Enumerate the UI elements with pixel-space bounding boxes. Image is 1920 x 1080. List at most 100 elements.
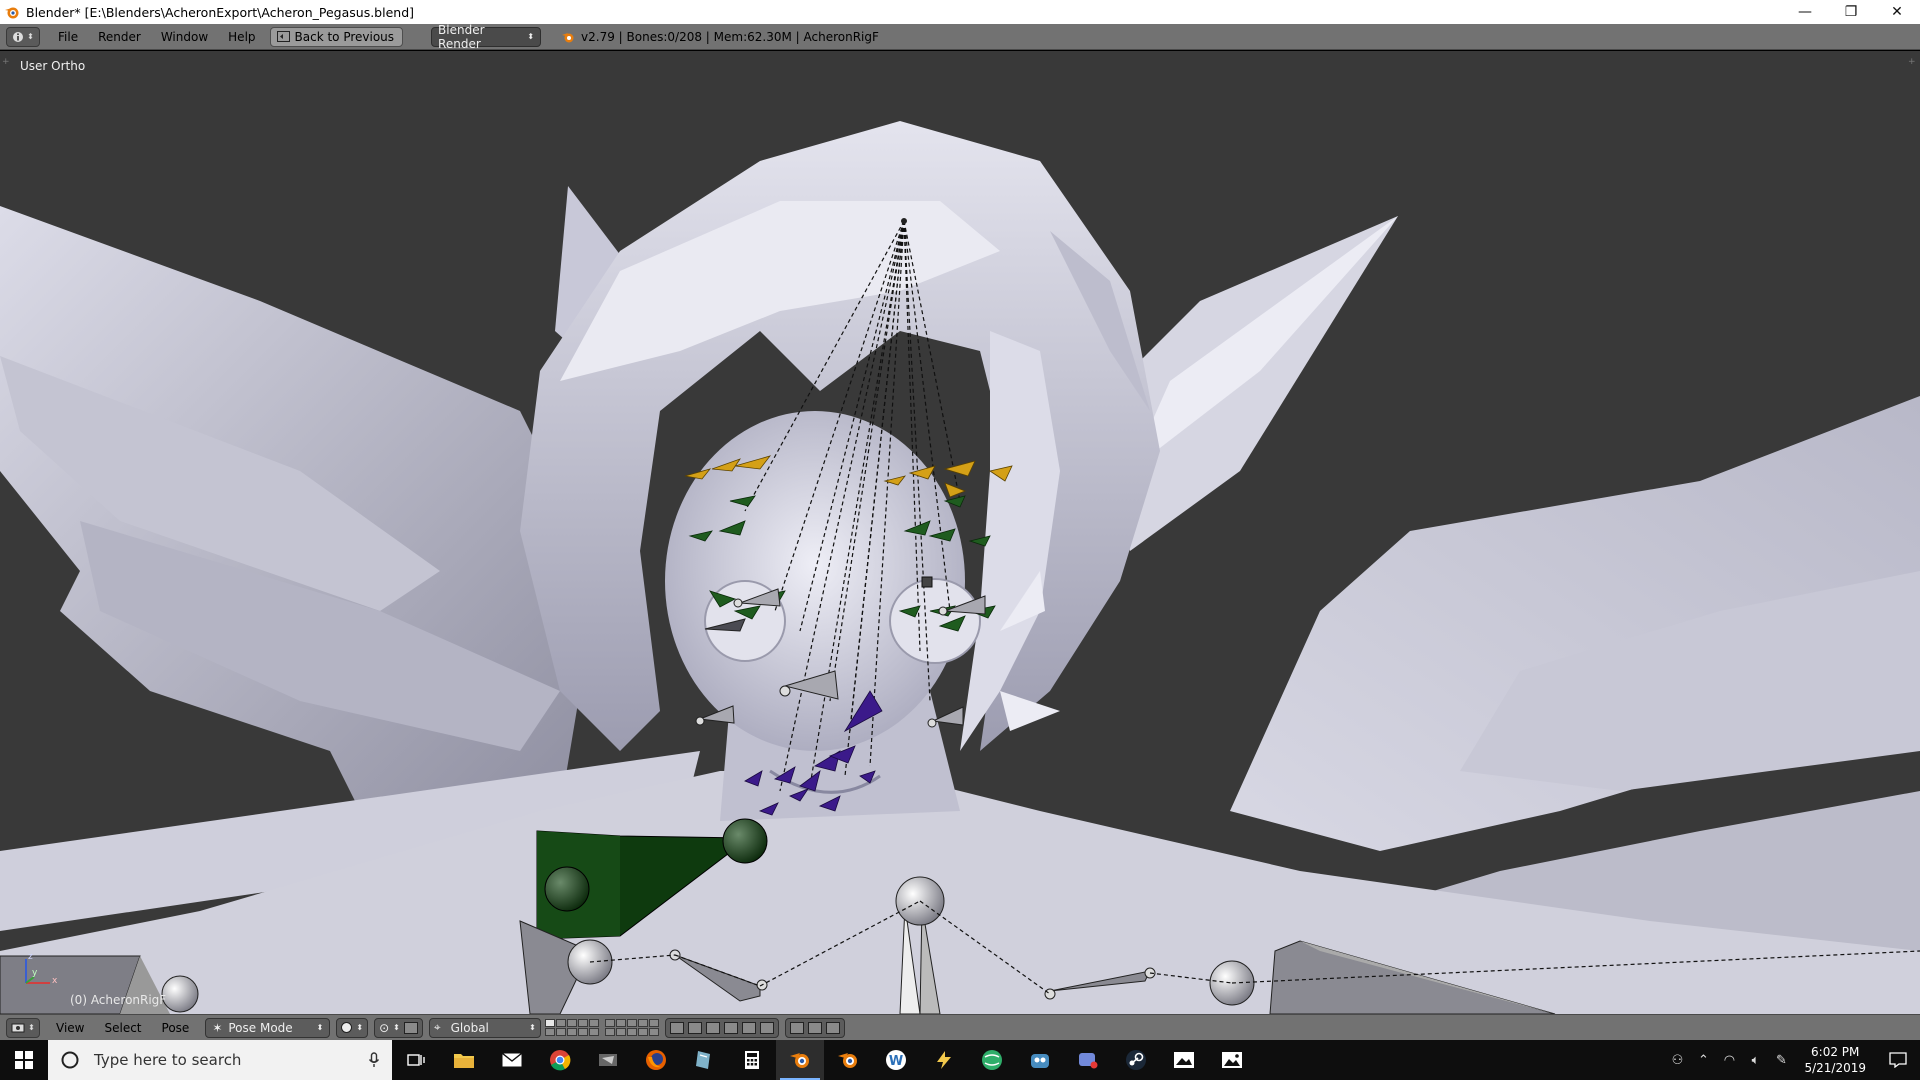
axis-y-label: y <box>32 968 38 978</box>
area-split-handle-left[interactable]: + <box>2 57 10 67</box>
document-app-icon <box>696 1051 710 1069</box>
taskbar-calculator[interactable] <box>728 1040 776 1080</box>
taskbar-app-16[interactable] <box>1160 1040 1208 1080</box>
pen-icon[interactable]: ✎ <box>1768 1053 1794 1068</box>
blender-logo-icon <box>5 7 19 19</box>
pivot-icon: ⊙ <box>379 1020 390 1035</box>
chevron-updown-icon: ⬍ <box>27 32 34 41</box>
taskbar-file-explorer[interactable] <box>440 1040 488 1080</box>
close-button[interactable]: ✕ <box>1874 0 1920 24</box>
orientation-label: Global <box>450 1020 489 1035</box>
info-header: ⬍ File Render Window Help Back to Previo… <box>0 23 1920 51</box>
view-label: User Ortho <box>20 59 86 73</box>
lock-icon[interactable] <box>669 1021 684 1034</box>
blender-icon <box>790 1053 809 1068</box>
task-view-button[interactable] <box>392 1040 440 1080</box>
taskbar-blender-2[interactable] <box>824 1040 872 1080</box>
action-center-button[interactable] <box>1876 1052 1920 1068</box>
svg-text:W: W <box>889 1054 903 1069</box>
taskbar-app-11[interactable] <box>920 1040 968 1080</box>
layer-buttons[interactable] <box>544 1019 599 1036</box>
chevron-updown-icon: ⬍ <box>316 1023 324 1032</box>
opengl-render-icon[interactable] <box>789 1021 804 1034</box>
menu-pose[interactable]: Pose <box>152 1021 200 1035</box>
menu-select[interactable]: Select <box>94 1021 151 1035</box>
copy-pose-icon[interactable] <box>705 1021 720 1034</box>
people-icon[interactable]: ⚇ <box>1664 1053 1690 1068</box>
interaction-mode-select[interactable]: ✶ Pose Mode ⬍ <box>205 1017 331 1038</box>
chevron-up-icon[interactable]: ⌃ <box>1690 1053 1716 1068</box>
photos-icon <box>1222 1052 1242 1068</box>
autokey-icon[interactable] <box>759 1021 774 1034</box>
menu-render[interactable]: Render <box>88 30 151 44</box>
snap-icon[interactable] <box>825 1021 840 1034</box>
axis-x-label: x <box>52 976 58 986</box>
discord-like-icon <box>1079 1053 1098 1069</box>
taskbar-mail[interactable] <box>488 1040 536 1080</box>
ghost-icon[interactable] <box>687 1021 702 1034</box>
area-split-handle-right[interactable]: + <box>1908 57 1916 67</box>
opengl-anim-icon[interactable] <box>807 1021 822 1034</box>
taskbar-app-14[interactable] <box>1064 1040 1112 1080</box>
taskbar-app-5[interactable] <box>584 1040 632 1080</box>
editor-type-button-3d[interactable]: ⬍ <box>6 1017 40 1038</box>
menu-view[interactable]: View <box>46 1021 94 1035</box>
menu-window[interactable]: Window <box>151 30 218 44</box>
window-title: Blender* [E:\Blenders\AcheronExport\Ache… <box>26 4 415 20</box>
axis-gizmo: z x y <box>25 952 58 986</box>
back-to-previous-label: Back to Previous <box>294 29 395 44</box>
taskbar-firefox[interactable] <box>632 1040 680 1080</box>
volume-icon[interactable]: 🔈︎ <box>1742 1053 1768 1068</box>
clock[interactable]: 6:02 PM 5/21/2019 <box>1794 1044 1876 1076</box>
editor-type-button[interactable]: ⬍ <box>6 26 40 47</box>
render-tools[interactable] <box>784 1017 845 1038</box>
right-wing <box>1230 396 1920 951</box>
blender-icon <box>838 1053 857 1068</box>
taskbar-chrome[interactable] <box>536 1040 584 1080</box>
taskbar-photos[interactable] <box>1208 1040 1256 1080</box>
window-titlebar: Blender* [E:\Blenders\AcheronExport\Ache… <box>0 0 1920 24</box>
firefox-icon <box>646 1050 666 1070</box>
chevron-updown-icon: ⬍ <box>393 1023 400 1032</box>
menu-help[interactable]: Help <box>218 30 265 44</box>
render-engine-select[interactable]: Blender Render ⬍ <box>431 23 542 51</box>
green-globe-icon <box>982 1050 1002 1070</box>
task-view-icon <box>407 1054 425 1066</box>
3d-viewport[interactable]: User Ortho z x y (0) AcheronRigF + + <box>0 51 1920 1014</box>
pivot-point-select[interactable]: ⊙ ⬍ <box>374 1017 423 1038</box>
menu-file[interactable]: File <box>48 30 88 44</box>
viewport-scene[interactable] <box>0 51 1920 1014</box>
pose-tools[interactable] <box>664 1017 779 1038</box>
notification-icon <box>1889 1052 1907 1068</box>
paste-pose-icon[interactable] <box>723 1021 738 1034</box>
orientation-icon: ⌖ <box>433 1020 441 1034</box>
layer-buttons-2[interactable] <box>604 1019 659 1036</box>
taskbar-app-13[interactable] <box>1016 1040 1064 1080</box>
blender-small-icon <box>562 32 574 42</box>
manipulator-toggle-icon[interactable] <box>403 1021 418 1034</box>
chevron-updown-icon: ⬍ <box>28 1023 35 1032</box>
windows-taskbar: Type here to search W ⚇ ⌃ ◠ 🔈︎ ✎ 6:02 PM… <box>0 1040 1920 1080</box>
image-app-icon <box>1174 1052 1194 1068</box>
taskbar-search[interactable]: Type here to search <box>48 1040 392 1080</box>
paste-flipped-icon[interactable] <box>741 1021 756 1034</box>
viewport-shading-select[interactable]: ⬍ <box>336 1017 369 1038</box>
godot-icon <box>1031 1054 1049 1068</box>
transform-orientation-select[interactable]: ⌖ Global ⬍ <box>428 1017 541 1038</box>
folder-icon <box>454 1054 474 1068</box>
taskbar-app-7[interactable] <box>680 1040 728 1080</box>
taskbar-blender-active[interactable] <box>776 1040 824 1080</box>
microphone-icon[interactable] <box>368 1052 380 1068</box>
taskbar-steam[interactable] <box>1112 1040 1160 1080</box>
start-button[interactable] <box>0 1040 48 1080</box>
back-to-previous-button[interactable]: Back to Previous <box>269 26 404 47</box>
network-icon[interactable]: ◠ <box>1716 1053 1742 1068</box>
clock-time: 6:02 PM <box>1811 1045 1860 1059</box>
restore-button[interactable]: ❐ <box>1828 0 1874 24</box>
screen-back-icon <box>276 31 290 42</box>
taskbar-app-12[interactable] <box>968 1040 1016 1080</box>
taskbar-app-w[interactable]: W <box>872 1040 920 1080</box>
minimize-button[interactable]: — <box>1782 0 1828 24</box>
chrome-icon <box>550 1050 571 1071</box>
app-window-icon <box>599 1054 617 1066</box>
